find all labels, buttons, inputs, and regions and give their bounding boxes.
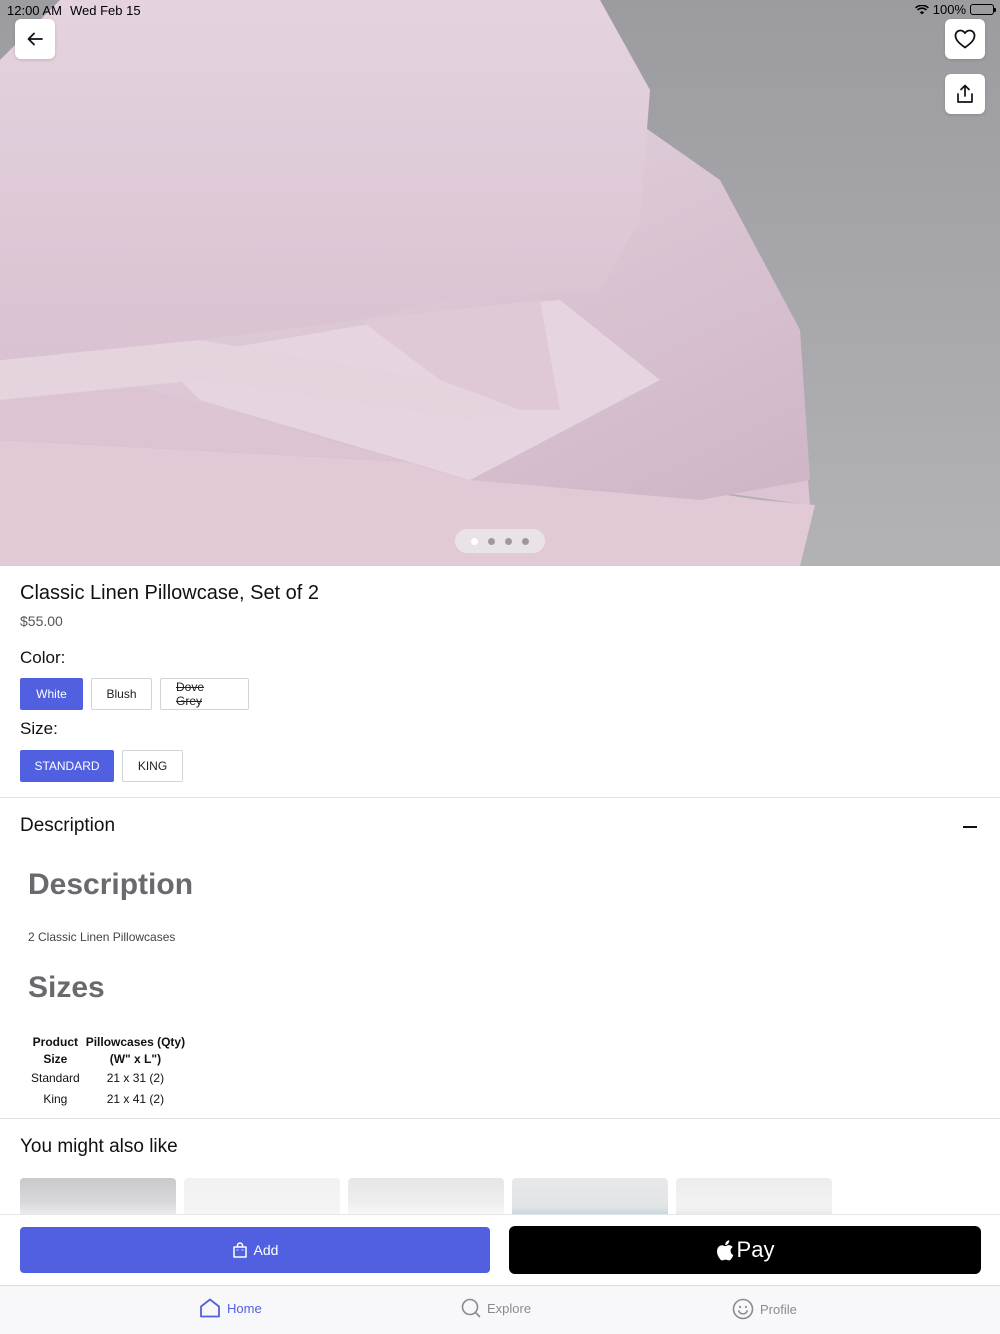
divider xyxy=(0,1118,1000,1119)
tab-bar: Home Explore Profile xyxy=(0,1285,1000,1334)
add-to-bag-button[interactable]: Add xyxy=(20,1227,490,1273)
table-cell: 21 x 31 (2) xyxy=(106,1071,165,1085)
header-text: Pillowcases (Qty) xyxy=(85,1035,186,1049)
recommendation-card[interactable] xyxy=(20,1178,176,1218)
table-row: Standard 21 x 31 (2) xyxy=(28,1068,188,1089)
color-label: Color: xyxy=(20,648,66,667)
size-options: STANDARD KING xyxy=(20,750,183,782)
apple-logo-icon xyxy=(716,1240,733,1261)
share-icon xyxy=(957,84,973,103)
product-image[interactable] xyxy=(0,0,1000,566)
favorite-button[interactable] xyxy=(945,19,985,59)
battery-icon xyxy=(970,4,996,15)
header-text: Product xyxy=(32,1035,79,1049)
status-time: 12:00 AM xyxy=(7,3,62,18)
wifi-icon xyxy=(914,4,929,14)
color-option-dove-grey[interactable]: Dove Grey xyxy=(160,678,249,710)
tab-explore[interactable]: Explore xyxy=(461,1298,531,1318)
pager-dot[interactable] xyxy=(522,537,529,545)
description-heading: Description xyxy=(28,868,194,901)
tab-label: Home xyxy=(227,1300,262,1316)
description-text: 2 Classic Linen Pillowcases xyxy=(28,930,176,944)
pay-button-label: Pay xyxy=(736,1237,775,1262)
recommendation-card[interactable] xyxy=(184,1178,340,1218)
collapse-icon[interactable] xyxy=(963,826,977,828)
heart-icon xyxy=(954,29,976,49)
pager-dot[interactable] xyxy=(488,537,495,545)
recommendation-card[interactable] xyxy=(348,1178,504,1218)
table-header: Pillowcases (Qty) (W" x L") xyxy=(83,1034,188,1068)
description-section-toggle[interactable]: Description xyxy=(20,815,115,837)
tab-label: Explore xyxy=(487,1300,532,1316)
tab-label: Profile xyxy=(760,1301,797,1317)
recommendation-card[interactable] xyxy=(676,1178,832,1218)
table-row: King 21 x 41 (2) xyxy=(28,1089,188,1110)
apple-pay-button[interactable]: Pay xyxy=(509,1226,981,1274)
status-bar: 12:00 AM Wed Feb 15 100% xyxy=(0,0,1000,20)
size-option-king[interactable]: KING xyxy=(122,750,183,782)
add-button-label: Add xyxy=(253,1242,279,1258)
recommendation-card[interactable] xyxy=(512,1178,668,1218)
pillowcase-photo xyxy=(0,0,815,566)
home-icon xyxy=(200,1298,220,1318)
table-cell: 21 x 41 (2) xyxy=(106,1092,165,1106)
table-cell: Standard xyxy=(31,1071,80,1085)
battery-percent: 100% xyxy=(932,2,966,17)
color-options: White Blush Dove Grey xyxy=(20,678,249,710)
product-price: $55.00 xyxy=(20,613,63,629)
search-icon xyxy=(461,1298,481,1318)
recommendations-title: You might also like xyxy=(20,1136,178,1157)
divider xyxy=(0,797,1000,798)
tab-home[interactable]: Home xyxy=(199,1298,262,1318)
color-option-blush[interactable]: Blush xyxy=(91,678,152,710)
pager-dot[interactable] xyxy=(505,537,512,545)
product-title: Classic Linen Pillowcase, Set of 2 xyxy=(20,582,320,604)
pager-dot[interactable] xyxy=(471,537,478,545)
table-cell: King xyxy=(43,1092,68,1106)
tab-profile[interactable]: Profile xyxy=(732,1298,797,1320)
header-text: (W" x L") xyxy=(109,1052,162,1066)
header-text: Size xyxy=(43,1052,68,1066)
share-button[interactable] xyxy=(945,74,985,114)
shopping-bag-icon xyxy=(232,1242,247,1258)
table-header: Product Size xyxy=(28,1034,83,1068)
table-header-row: Product Size Pillowcases (Qty) (W" x L") xyxy=(28,1034,188,1068)
size-label: Size: xyxy=(20,719,58,738)
action-bar: Add Pay xyxy=(0,1214,1000,1285)
sizes-heading: Sizes xyxy=(28,971,105,1004)
size-table: Product Size Pillowcases (Qty) (W" x L")… xyxy=(28,1034,188,1110)
back-button[interactable] xyxy=(15,19,55,59)
image-pager-dots[interactable] xyxy=(455,529,545,553)
size-option-standard[interactable]: STANDARD xyxy=(20,750,114,782)
color-option-white[interactable]: White xyxy=(20,678,83,710)
status-date: Wed Feb 15 xyxy=(70,3,141,18)
arrow-left-icon xyxy=(27,32,43,46)
smiley-icon xyxy=(732,1298,754,1320)
recommendations-carousel[interactable] xyxy=(20,1178,832,1218)
